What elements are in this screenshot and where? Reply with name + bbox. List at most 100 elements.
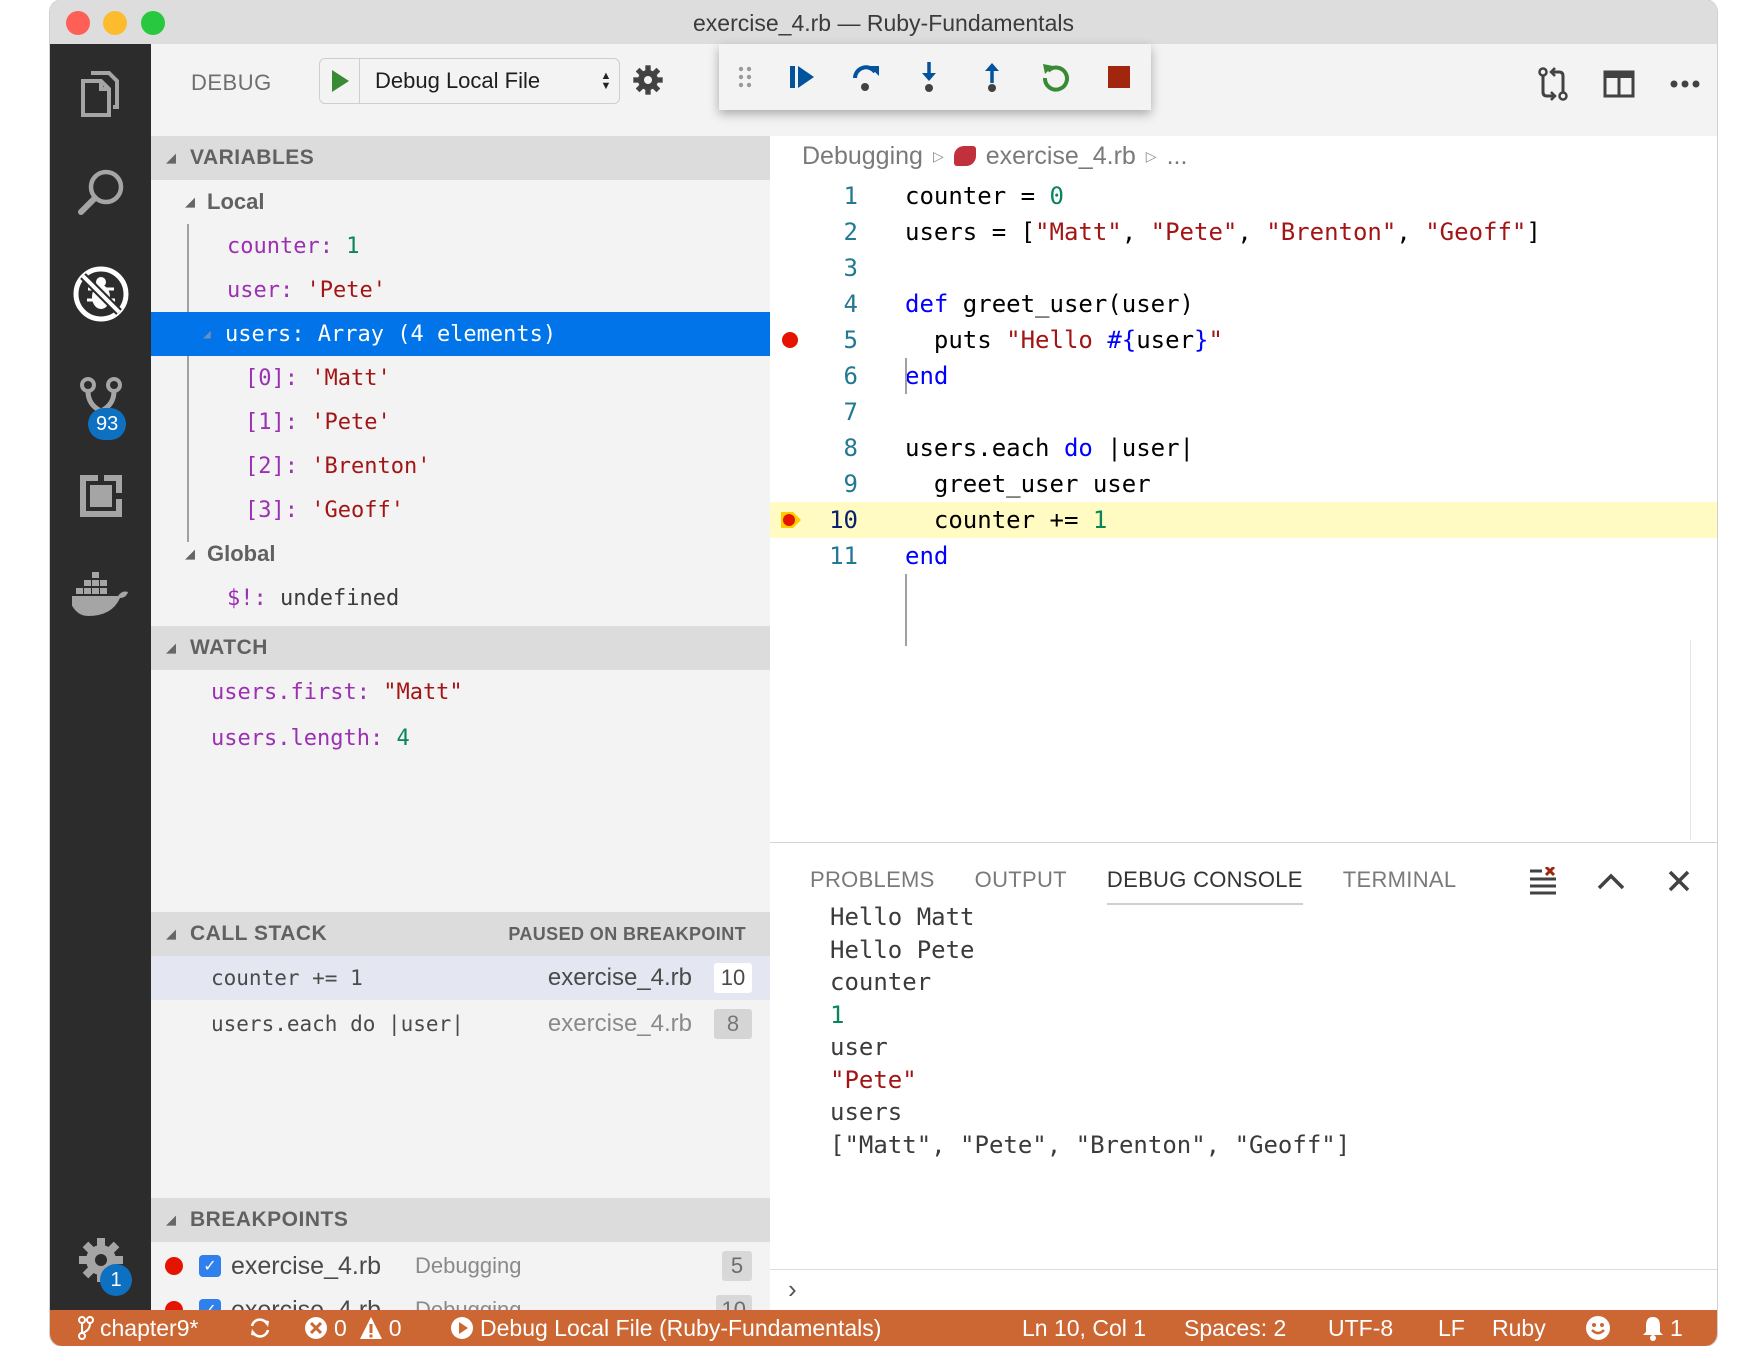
expand-icon: ◢ [203, 326, 211, 342]
activity-debug[interactable] [50, 254, 151, 334]
debug-toolbar-drag-handle[interactable] [719, 44, 771, 110]
activity-explorer[interactable] [50, 54, 151, 134]
code-line[interactable]: 6 end [770, 358, 1717, 394]
line-badge: 8 [714, 1009, 752, 1039]
code-line-current[interactable]: 10 counter += 1 [770, 502, 1717, 538]
breadcrumb-folder[interactable]: Debugging [802, 142, 923, 171]
continue-button[interactable] [771, 44, 834, 110]
tab-output[interactable]: OUTPUT [975, 867, 1067, 905]
debug-console-input[interactable]: › [770, 1269, 1717, 1311]
status-debug-session[interactable]: Debug Local File (Ruby-Fundamentals) [450, 1310, 881, 1346]
activity-extensions[interactable] [50, 456, 151, 536]
play-circle-icon [451, 1317, 473, 1339]
status-eol[interactable]: LF [1438, 1310, 1465, 1346]
stop-button[interactable] [1088, 44, 1151, 110]
variable-row-selected[interactable]: ◢ users: Array (4 elements) [151, 312, 770, 356]
activity-docker[interactable] [50, 554, 151, 634]
tab-debug-console[interactable]: DEBUG CONSOLE [1106, 867, 1303, 905]
code-line[interactable]: 5 puts "Hello #{user}" [770, 322, 1717, 358]
extensions-icon [79, 475, 122, 517]
bell-icon [1643, 1317, 1663, 1341]
console-output-line: user [830, 1033, 888, 1061]
scope-global[interactable]: ◢ Global [151, 532, 770, 576]
launch-config-select[interactable]: Debug Local File ▲ ▼ [319, 58, 620, 104]
status-encoding[interactable]: UTF-8 [1328, 1310, 1393, 1346]
status-indentation[interactable]: Spaces: 2 [1184, 1310, 1286, 1346]
drag-handle-icon [738, 66, 751, 88]
watch-expression-row[interactable]: users.first: "Matt" [151, 670, 770, 714]
breakpoint-row[interactable]: ✓ exercise_4.rb Debugging 5 [151, 1244, 770, 1288]
breakpoint-icon[interactable] [782, 332, 798, 348]
vscode-window: exercise_4.rb — Ruby-Fundamentals 93 1 D… [50, 0, 1717, 1346]
code-line[interactable]: 1 counter = 0 [770, 178, 1717, 214]
watch-section-header[interactable]: ◢ WATCH [151, 626, 770, 670]
step-into-icon [922, 62, 937, 92]
array-element-row[interactable]: [1]: 'Pete' [151, 400, 770, 444]
watch-expression-row[interactable]: users.length: 4 [151, 716, 770, 760]
variable-row[interactable]: user: 'Pete' [151, 268, 770, 312]
status-problems[interactable]: 0 0 [304, 1310, 402, 1346]
maximize-panel-button[interactable] [1595, 865, 1627, 897]
code-line[interactable]: 9 greet_user user [770, 466, 1717, 502]
breakpoints-section-header[interactable]: ◢ BREAKPOINTS [151, 1198, 770, 1242]
status-notifications[interactable]: 1 [1642, 1310, 1683, 1346]
code-line[interactable]: 4 def greet_user(user) [770, 286, 1717, 322]
activity-search[interactable] [50, 152, 151, 232]
panel-tabs: PROBLEMS OUTPUT DEBUG CONSOLE TERMINAL [810, 867, 1456, 905]
array-element-row[interactable]: [3]: 'Geoff' [151, 488, 770, 532]
variable-row[interactable]: $!: undefined [151, 576, 770, 620]
stack-frame[interactable]: counter += 1 exercise_4.rb 10 [151, 956, 770, 1000]
breakpoint-dot-icon [165, 1257, 183, 1275]
code-line[interactable]: 2 users = ["Matt", "Pete", "Brenton", "Ge… [770, 214, 1717, 250]
step-out-button[interactable] [961, 44, 1024, 110]
step-over-button[interactable] [834, 44, 897, 110]
code-editor[interactable]: Debugging ▷ exercise_4.rb ▷ ... 1 counter… [770, 136, 1717, 842]
status-language[interactable]: Ruby [1492, 1310, 1546, 1346]
variable-row[interactable]: counter: 1 [151, 224, 770, 268]
array-element-row[interactable]: [2]: 'Brenton' [151, 444, 770, 488]
breakpoint-enabled-checkbox[interactable]: ✓ [199, 1255, 221, 1277]
status-sync[interactable] [248, 1310, 272, 1346]
expand-icon: ◢ [185, 194, 195, 209]
current-breakpoint-icon[interactable] [780, 511, 802, 529]
status-branch[interactable]: chapter9* [78, 1310, 198, 1346]
activity-source-control[interactable]: 93 [50, 360, 151, 440]
code-line[interactable]: 8 users.each do |user| [770, 430, 1717, 466]
clear-console-button[interactable] [1527, 865, 1559, 897]
status-feedback[interactable] [1585, 1310, 1611, 1346]
step-out-icon [985, 63, 1000, 92]
stack-frame[interactable]: users.each do |user| exercise_4.rb 8 [151, 1002, 770, 1046]
chevron-right-icon: ▷ [932, 147, 944, 164]
status-bar: chapter9* 0 0 Debug Local File (Ruby-Fun… [50, 1310, 1717, 1346]
split-editor-button[interactable] [1601, 66, 1637, 102]
array-element-row[interactable]: [0]: 'Matt' [151, 356, 770, 400]
breadcrumb-symbol[interactable]: ... [1167, 142, 1188, 171]
expand-icon: ◢ [185, 546, 195, 561]
start-debugging-button[interactable] [320, 59, 360, 103]
tab-terminal[interactable]: TERMINAL [1343, 867, 1457, 905]
activity-settings[interactable]: 1 [50, 1220, 151, 1300]
open-changes-button[interactable] [1535, 66, 1571, 102]
variables-section-header[interactable]: ◢ VARIABLES [151, 136, 770, 180]
code-line[interactable]: 3 [770, 250, 1717, 286]
line-number: 4 [843, 290, 858, 318]
close-panel-button[interactable] [1663, 865, 1695, 897]
open-launch-json-button[interactable] [632, 64, 664, 101]
more-actions-button[interactable] [1667, 66, 1703, 102]
step-into-button[interactable] [897, 44, 960, 110]
scope-local[interactable]: ◢ Local [151, 180, 770, 224]
indent-guide [905, 358, 907, 394]
code-line[interactable]: 11 end [770, 538, 1717, 574]
restart-button[interactable] [1024, 44, 1087, 110]
breadcrumb-file[interactable]: exercise_4.rb [986, 142, 1136, 171]
status-cursor-position[interactable]: Ln 10, Col 1 [1022, 1310, 1146, 1346]
code-text: counter += 1 [905, 506, 1108, 534]
code-line[interactable]: 7 [770, 394, 1717, 430]
code-text: counter = 0 [905, 182, 1064, 210]
source-control-badge: 93 [88, 408, 127, 440]
call-stack-section-header[interactable]: ◢ CALL STACK PAUSED ON BREAKPOINT [151, 912, 770, 956]
tab-problems[interactable]: PROBLEMS [810, 867, 935, 905]
title-bar: exercise_4.rb — Ruby-Fundamentals [50, 0, 1717, 44]
docker-icon [71, 572, 128, 616]
window-title: exercise_4.rb — Ruby-Fundamentals [693, 10, 1074, 36]
